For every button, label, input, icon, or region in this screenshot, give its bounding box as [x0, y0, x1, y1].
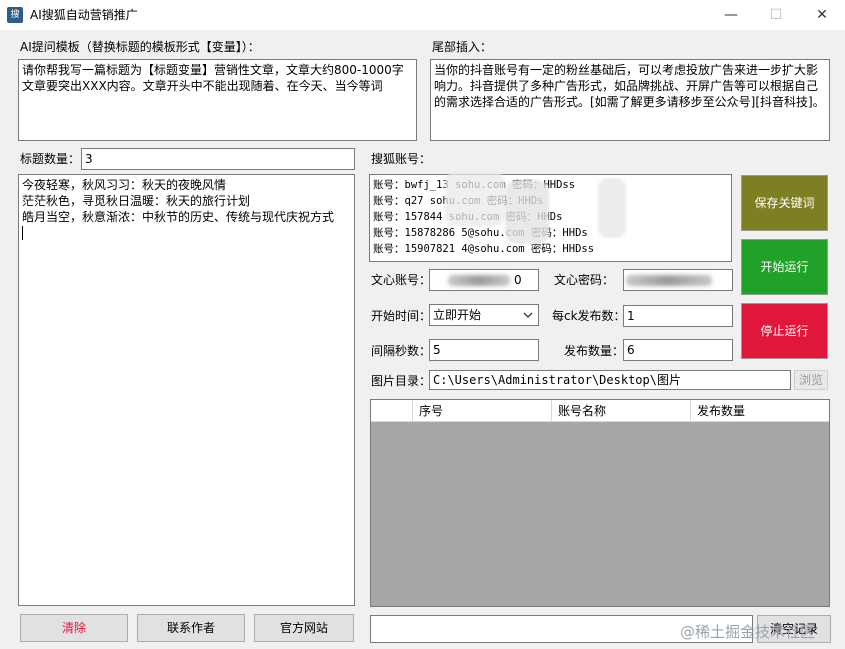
app-icon: 搜	[7, 7, 23, 23]
image-dir-input[interactable]: C:\Users\Administrator\Desktop\图片	[429, 370, 791, 390]
title-count-label: 标题数量：	[20, 152, 81, 166]
title-count-input[interactable]: 3	[81, 148, 355, 170]
official-website-button[interactable]: 官方网站	[254, 614, 354, 642]
account-line: 账号：157844 sohu.com 密码：HHDs	[373, 211, 562, 223]
per-ck-label: 每ck发布数：	[552, 309, 626, 323]
accounts-textarea[interactable]: 账号：bwfj_13 sohu.com 密码：HHDss 账号：q27 sohu…	[369, 174, 732, 262]
interval-input[interactable]: 5	[429, 339, 539, 361]
wenxin-account-input[interactable]: 0	[429, 269, 539, 291]
window-title: AI搜狐自动营销推广	[30, 8, 138, 22]
wenxin-password-input[interactable]	[623, 269, 733, 291]
clear-button[interactable]: 清除	[20, 614, 128, 642]
account-line: 账号：bwfj_13 sohu.com 密码：HHDss	[373, 179, 575, 191]
account-line: 账号：15878286 5@sohu.com 密码：HHDs	[373, 227, 588, 239]
grid-header: 序号 账号名称 发布数量	[371, 400, 829, 422]
maximize-button[interactable]: ☐	[753, 0, 799, 31]
redaction-blur	[448, 275, 510, 286]
account-line: 账号：15907821 4@sohu.com 密码：HHDss	[373, 243, 595, 255]
contact-author-button[interactable]: 联系作者	[137, 614, 245, 642]
start-time-value: 立即开始	[433, 308, 482, 322]
per-ck-input[interactable]: 1	[623, 305, 733, 327]
close-button[interactable]: ✕	[799, 0, 845, 31]
grid-column-header[interactable]: 序号	[412, 400, 551, 422]
publish-count-input[interactable]: 6	[623, 339, 733, 361]
save-keywords-button[interactable]: 保存关键词	[741, 175, 828, 231]
redaction-mark	[445, 172, 505, 226]
data-grid[interactable]: 序号 账号名称 发布数量	[370, 399, 830, 607]
title-line: 今夜轻寒，秋风习习：秋天的夜晚风情	[22, 178, 227, 192]
wenxin-account-value: 0	[514, 273, 522, 287]
wenxin-password-label: 文心密码：	[554, 273, 615, 287]
chevron-down-icon	[523, 312, 533, 318]
titles-textarea[interactable]: 今夜轻寒，秋风习习：秋天的夜晚风情 茫茫秋色，寻觅秋日温暖：秋天的旅行计划 皓月…	[18, 174, 355, 606]
title-bar: 搜 AI搜狐自动营销推广 — ☐ ✕	[0, 0, 845, 31]
text-cursor	[22, 226, 23, 240]
redaction-mark	[598, 178, 626, 238]
image-dir-label: 图片目录：	[371, 374, 432, 388]
watermark: @稀土掘金技术社区	[680, 623, 816, 641]
template-textarea[interactable]: 请你帮我写一篇标题为【标题变量】营销性文章，文章大约800-1000字文章要突出…	[18, 59, 417, 141]
wenxin-account-label: 文心账号：	[371, 273, 432, 287]
redaction-blur	[626, 275, 712, 286]
template-label: AI提问模板（替换标题的模板形式【变量】）：	[20, 40, 260, 54]
grid-column-header[interactable]: 账号名称	[551, 400, 690, 422]
start-button[interactable]: 开始运行	[741, 239, 828, 295]
stop-button[interactable]: 停止运行	[741, 303, 828, 359]
start-time-label: 开始时间：	[371, 309, 432, 323]
tail-textarea[interactable]: 当你的抖音账号有一定的粉丝基础后，可以考虑投放广告来进一步扩大影响力。抖音提供了…	[430, 59, 830, 141]
grid-column-header[interactable]: 发布数量	[690, 400, 829, 422]
browse-button[interactable]: 浏览	[794, 370, 828, 390]
accounts-label: 搜狐账号：	[371, 152, 432, 166]
tail-label: 尾部插入：	[432, 40, 493, 54]
title-line: 茫茫秋色，寻觅秋日温暖：秋天的旅行计划	[22, 194, 251, 208]
redaction-mark	[505, 180, 549, 244]
publish-count-label: 发布数量：	[564, 344, 625, 358]
minimize-button[interactable]: —	[708, 0, 754, 31]
title-line: 皓月当空，秋意渐浓：中秋节的历史、传统与现代庆祝方式	[22, 210, 335, 224]
interval-label: 间隔秒数：	[371, 344, 432, 358]
account-line: 账号：q27 sohu.com 密码：HHDs	[373, 195, 543, 207]
start-time-select[interactable]: 立即开始	[429, 304, 539, 326]
grid-corner-cell	[371, 400, 412, 422]
